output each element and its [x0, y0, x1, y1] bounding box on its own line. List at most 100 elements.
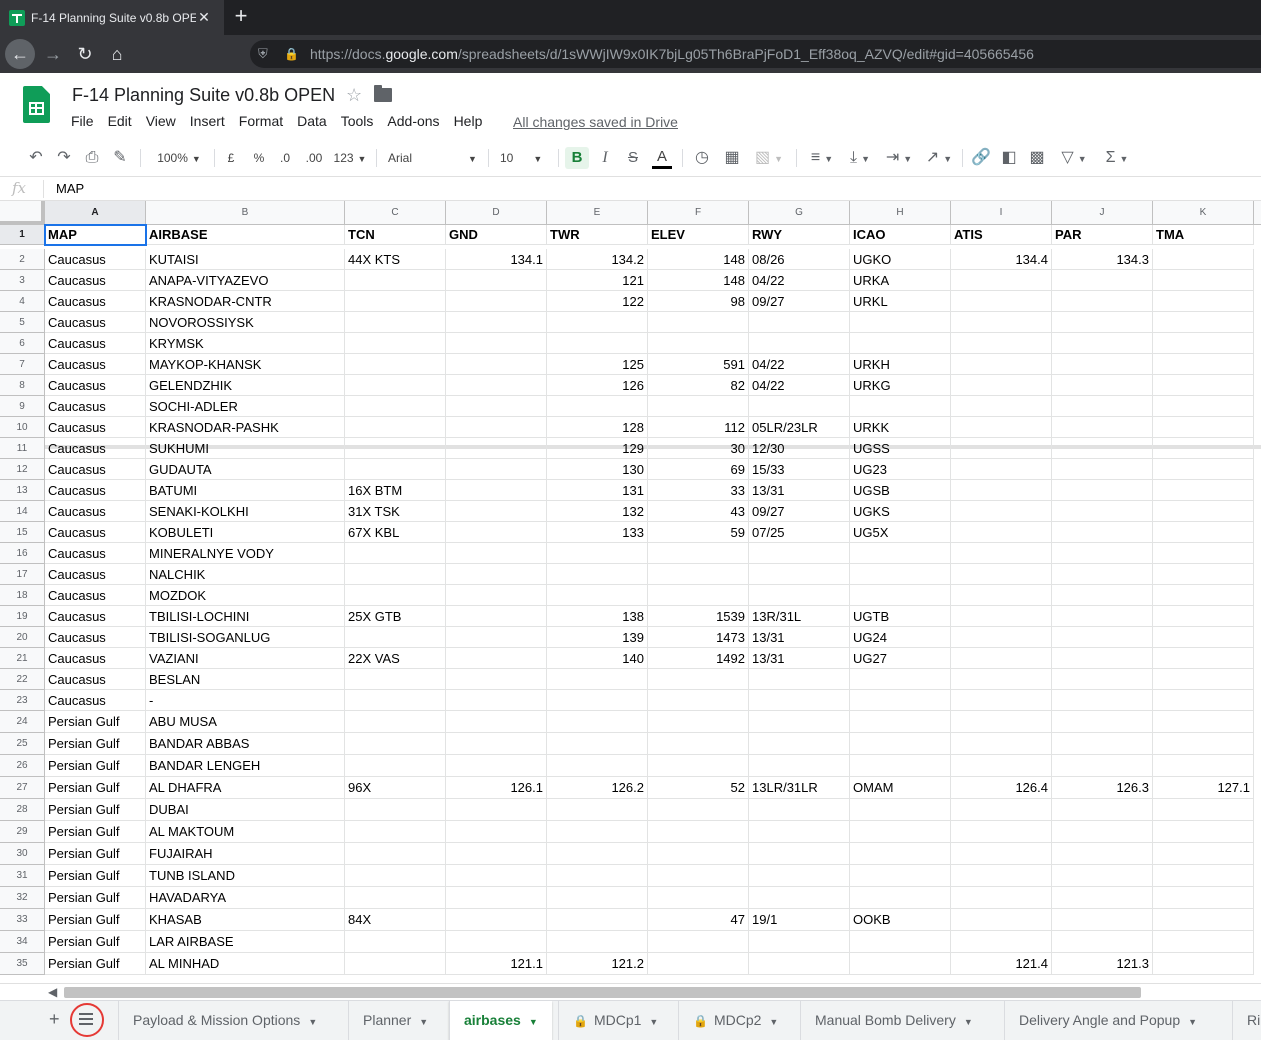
table-cell[interactable]: Caucasus: [45, 291, 146, 312]
table-cell[interactable]: [446, 501, 547, 522]
row-header[interactable]: 25: [0, 733, 45, 755]
table-cell[interactable]: BANDAR LENGEH: [146, 755, 345, 777]
filter-icon[interactable]: ▽ ▼: [1056, 147, 1092, 169]
functions-icon[interactable]: Σ ▼: [1100, 147, 1134, 169]
table-cell[interactable]: NOVOROSSIYSK: [146, 312, 345, 333]
table-cell[interactable]: [850, 953, 951, 975]
table-cell[interactable]: [1052, 522, 1153, 543]
column-header-d[interactable]: D: [446, 201, 547, 225]
table-cell[interactable]: [446, 438, 547, 459]
table-cell[interactable]: [345, 438, 446, 459]
table-cell[interactable]: 09/27: [749, 291, 850, 312]
table-cell[interactable]: 13/31: [749, 627, 850, 648]
table-cell[interactable]: [1052, 843, 1153, 865]
table-cell[interactable]: [1153, 606, 1254, 627]
percent-button[interactable]: %: [252, 147, 266, 169]
table-cell[interactable]: [1153, 843, 1254, 865]
chevron-down-icon[interactable]: ▼: [964, 1017, 973, 1027]
table-cell[interactable]: TBILISI-SOGANLUG: [146, 627, 345, 648]
table-cell[interactable]: 13R/31L: [749, 606, 850, 627]
table-cell[interactable]: [446, 711, 547, 733]
table-cell[interactable]: MOZDOK: [146, 585, 345, 606]
table-cell[interactable]: [951, 354, 1052, 375]
header-cell[interactable]: TWR: [547, 225, 648, 245]
menu-help[interactable]: Help: [447, 113, 490, 133]
column-header-k[interactable]: K: [1153, 201, 1254, 225]
valign-icon[interactable]: ⤓ ▼: [844, 147, 876, 169]
table-cell[interactable]: UGKS: [850, 501, 951, 522]
table-cell[interactable]: [446, 648, 547, 669]
table-cell[interactable]: BATUMI: [146, 480, 345, 501]
table-cell[interactable]: KRYMSK: [146, 333, 345, 354]
table-cell[interactable]: MAYKOP-KHANSK: [146, 354, 345, 375]
sheets-logo-icon[interactable]: [23, 86, 50, 123]
font-size-select[interactable]: 10 ▼: [500, 147, 552, 169]
table-cell[interactable]: [648, 843, 749, 865]
header-cell[interactable]: MAP: [45, 225, 146, 245]
table-cell[interactable]: [850, 669, 951, 690]
table-cell[interactable]: [446, 909, 547, 931]
strikethrough-button[interactable]: S: [626, 147, 640, 169]
table-cell[interactable]: [951, 501, 1052, 522]
table-cell[interactable]: [547, 865, 648, 887]
table-cell[interactable]: [749, 953, 850, 975]
table-cell[interactable]: [547, 711, 648, 733]
table-cell[interactable]: [850, 799, 951, 821]
decrease-decimal-button[interactable]: .0: [276, 147, 294, 169]
row-header[interactable]: 24: [0, 711, 45, 733]
table-cell[interactable]: [951, 606, 1052, 627]
table-cell[interactable]: Caucasus: [45, 333, 146, 354]
home-icon[interactable]: ⌂: [102, 39, 132, 69]
table-cell[interactable]: 59: [648, 522, 749, 543]
table-cell[interactable]: [951, 375, 1052, 396]
row-header[interactable]: 14: [0, 501, 45, 522]
table-cell[interactable]: 25X GTB: [345, 606, 446, 627]
table-cell[interactable]: [547, 887, 648, 909]
table-cell[interactable]: [749, 312, 850, 333]
table-cell[interactable]: [1153, 690, 1254, 711]
table-cell[interactable]: 125: [547, 354, 648, 375]
table-cell[interactable]: 129: [547, 438, 648, 459]
header-cell[interactable]: AIRBASE: [146, 225, 345, 245]
table-cell[interactable]: 31X TSK: [345, 501, 446, 522]
table-cell[interactable]: 134.3: [1052, 249, 1153, 270]
table-cell[interactable]: [1153, 501, 1254, 522]
table-cell[interactable]: [1052, 564, 1153, 585]
table-cell[interactable]: [446, 606, 547, 627]
table-cell[interactable]: [850, 585, 951, 606]
row-header[interactable]: 22: [0, 669, 45, 690]
table-cell[interactable]: Persian Gulf: [45, 733, 146, 755]
table-cell[interactable]: [749, 843, 850, 865]
table-cell[interactable]: 121.2: [547, 953, 648, 975]
table-cell[interactable]: 44X KTS: [345, 249, 446, 270]
table-cell[interactable]: [648, 333, 749, 354]
table-cell[interactable]: [1052, 733, 1153, 755]
table-cell[interactable]: [446, 669, 547, 690]
sheet-tab-ri[interactable]: Ri: [1232, 1001, 1261, 1040]
table-cell[interactable]: [446, 417, 547, 438]
table-cell[interactable]: 47: [648, 909, 749, 931]
sheet-tab-airbases[interactable]: airbases ▼: [449, 1001, 552, 1040]
table-cell[interactable]: [1052, 354, 1153, 375]
row-header[interactable]: 1: [0, 225, 45, 245]
rotate-icon[interactable]: ↗ ▼: [922, 147, 956, 169]
table-cell[interactable]: Persian Gulf: [45, 821, 146, 843]
table-cell[interactable]: [951, 690, 1052, 711]
row-header[interactable]: 19: [0, 606, 45, 627]
table-cell[interactable]: [1153, 375, 1254, 396]
table-cell[interactable]: OOKB: [850, 909, 951, 931]
menu-insert[interactable]: Insert: [183, 113, 232, 133]
table-cell[interactable]: Persian Gulf: [45, 777, 146, 799]
table-cell[interactable]: [1052, 375, 1153, 396]
table-cell[interactable]: [951, 931, 1052, 953]
table-cell[interactable]: 112: [648, 417, 749, 438]
table-cell[interactable]: [951, 648, 1052, 669]
table-cell[interactable]: GELENDZHIK: [146, 375, 345, 396]
table-cell[interactable]: 98: [648, 291, 749, 312]
table-cell[interactable]: URKH: [850, 354, 951, 375]
header-cell[interactable]: TCN: [345, 225, 446, 245]
table-cell[interactable]: KOBULETI: [146, 522, 345, 543]
table-cell[interactable]: Persian Gulf: [45, 953, 146, 975]
table-cell[interactable]: [446, 755, 547, 777]
table-cell[interactable]: [951, 711, 1052, 733]
